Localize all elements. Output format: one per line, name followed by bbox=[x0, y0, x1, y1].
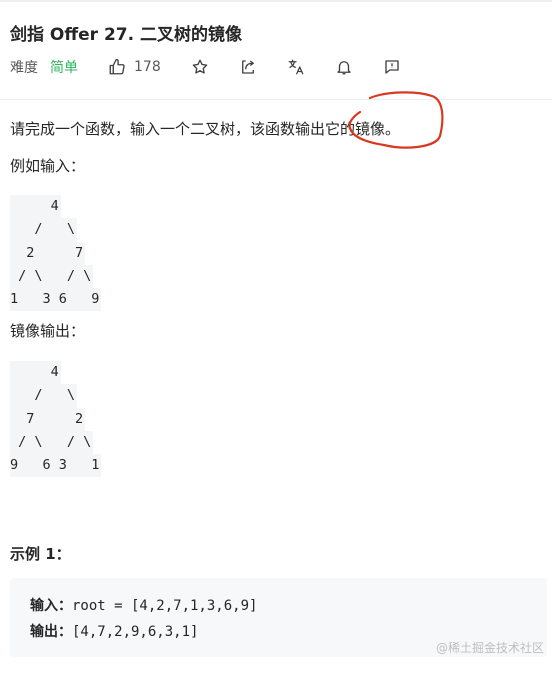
watermark: @稀土掘金技术社区 bbox=[435, 641, 544, 655]
difficulty-label: 难度 bbox=[10, 60, 38, 76]
example-output-value: [4,7,2,9,6,3,1] bbox=[72, 624, 199, 640]
tree-line: 2 7 bbox=[10, 240, 101, 265]
input-tree: 4 / \ 2 7 / \ / \ 1 3 6 9 bbox=[10, 193, 102, 312]
example-output-line: 输出：[4,7,2,9,6,3,1] bbox=[30, 621, 198, 641]
translate-button[interactable] bbox=[287, 58, 305, 76]
tree-line: 4 bbox=[10, 359, 101, 385]
output-label: 镜像输出： bbox=[10, 322, 86, 340]
example-output-key: 输出： bbox=[30, 624, 72, 640]
feedback-button[interactable] bbox=[383, 58, 401, 76]
tree-line: 7 2 bbox=[10, 406, 101, 431]
header-divider bbox=[0, 99, 552, 100]
problem-meta-bar: 难度 简单 178 bbox=[10, 55, 401, 79]
favorite-button[interactable] bbox=[191, 58, 209, 76]
bell-icon bbox=[337, 61, 351, 75]
notification-button[interactable] bbox=[335, 58, 353, 76]
problem-title: 剑指 Offer 27. 二叉树的镜像 bbox=[10, 25, 243, 45]
tree-line: / \ / \ bbox=[10, 429, 101, 455]
like-button[interactable]: 178 bbox=[108, 58, 161, 76]
example-input-line: 输入：root = [4,2,7,1,3,6,9] bbox=[30, 595, 257, 615]
difficulty-value: 简单 bbox=[50, 60, 78, 76]
share-icon bbox=[241, 60, 254, 74]
tree-line: 9 6 3 1 bbox=[10, 452, 102, 478]
feedback-icon bbox=[385, 60, 399, 74]
share-button[interactable] bbox=[239, 58, 257, 76]
tree-line: / \ bbox=[10, 382, 101, 408]
handwritten-circle-annotation bbox=[348, 91, 444, 149]
example-input-value: root = [4,2,7,1,3,6,9] bbox=[72, 598, 258, 614]
star-icon bbox=[192, 59, 208, 74]
tree-line: 4 bbox=[10, 193, 101, 219]
tree-line: / \ / \ bbox=[10, 263, 101, 289]
example-title: 示例 1： bbox=[10, 545, 71, 563]
output-tree: 4 / \ 7 2 / \ / \ 9 6 3 1 bbox=[10, 359, 102, 478]
input-label: 例如输入： bbox=[10, 157, 86, 175]
example-input-key: 输入： bbox=[30, 598, 72, 614]
problem-description: 请完成一个函数，输入一个二叉树，该函数输出它的镜像。 bbox=[10, 120, 401, 138]
translate-icon bbox=[288, 59, 304, 75]
tree-line: 1 3 6 9 bbox=[10, 286, 102, 312]
top-border bbox=[0, 0, 552, 2]
tree-line: / \ bbox=[10, 216, 101, 242]
thumbs-up-icon bbox=[109, 58, 125, 75]
like-count: 178 bbox=[134, 59, 161, 75]
